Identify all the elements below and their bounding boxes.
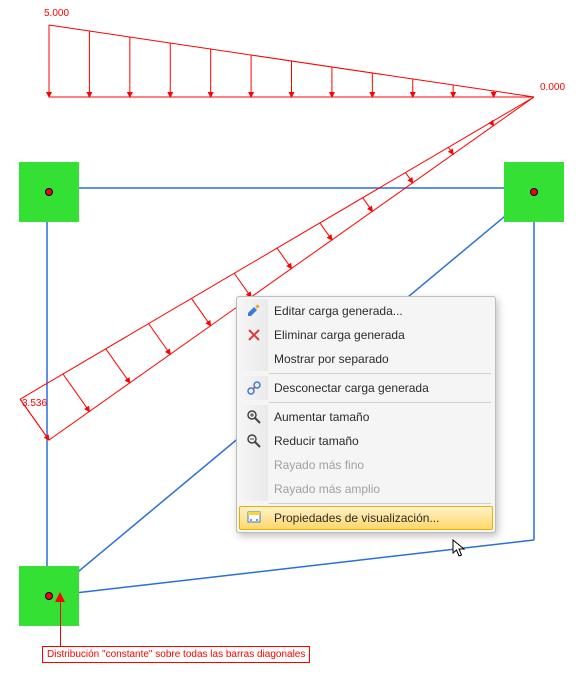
annotation-text: Distribución "constante" sobre todas las…	[42, 646, 310, 663]
blank-icon	[240, 453, 268, 477]
drawing-canvas[interactable]: 5.000 0.000 3.536 Distribución "constant…	[0, 0, 583, 682]
menu-label: Reducir tamaño	[268, 434, 486, 448]
zoom-in-icon	[240, 405, 268, 429]
menu-label: Rayado más amplio	[268, 482, 486, 496]
menu-label: Eliminar carga generada	[268, 328, 486, 342]
menu-label: Propiedades de visualización...	[268, 511, 486, 525]
support-node	[504, 162, 564, 222]
load-value-mid: 3.536	[22, 398, 47, 409]
menu-show-separately[interactable]: Mostrar por separado	[239, 347, 493, 371]
menu-zoom-in[interactable]: Aumentar tamaño	[239, 405, 493, 429]
support-node	[19, 162, 79, 222]
menu-zoom-out[interactable]: Reducir tamaño	[239, 429, 493, 453]
menu-label: Desconectar carga generada	[268, 381, 486, 395]
menu-label: Editar carga generada...	[268, 304, 486, 318]
menu-disconnect-load[interactable]: Desconectar carga generada	[239, 376, 493, 400]
menu-display-properties[interactable]: Propiedades de visualización...	[239, 506, 493, 530]
support-node	[19, 566, 79, 626]
menu-edit-load[interactable]: Editar carga generada...	[239, 299, 493, 323]
menu-label: Rayado más fino	[268, 458, 486, 472]
context-menu: Editar carga generada... Eliminar carga …	[236, 296, 496, 533]
delete-load-icon	[240, 323, 268, 347]
menu-separator	[269, 503, 491, 504]
annotation-leader	[60, 598, 61, 648]
blank-icon	[240, 477, 268, 501]
menu-delete-load[interactable]: Eliminar carga generada	[239, 323, 493, 347]
display-properties-icon	[240, 506, 268, 530]
menu-label: Aumentar tamaño	[268, 410, 486, 424]
menu-hatch-coarse: Rayado más amplio	[239, 477, 493, 501]
menu-separator	[269, 373, 491, 374]
menu-separator	[269, 402, 491, 403]
menu-label: Mostrar por separado	[268, 352, 486, 366]
disconnect-icon	[240, 376, 268, 400]
load-value-right: 0.000	[540, 82, 565, 93]
menu-hatch-fine: Rayado más fino	[239, 453, 493, 477]
load-value-left: 5.000	[44, 8, 69, 19]
zoom-out-icon	[240, 429, 268, 453]
annotation-arrowhead	[54, 592, 66, 604]
blank-icon	[240, 347, 268, 371]
edit-load-icon	[240, 299, 268, 323]
